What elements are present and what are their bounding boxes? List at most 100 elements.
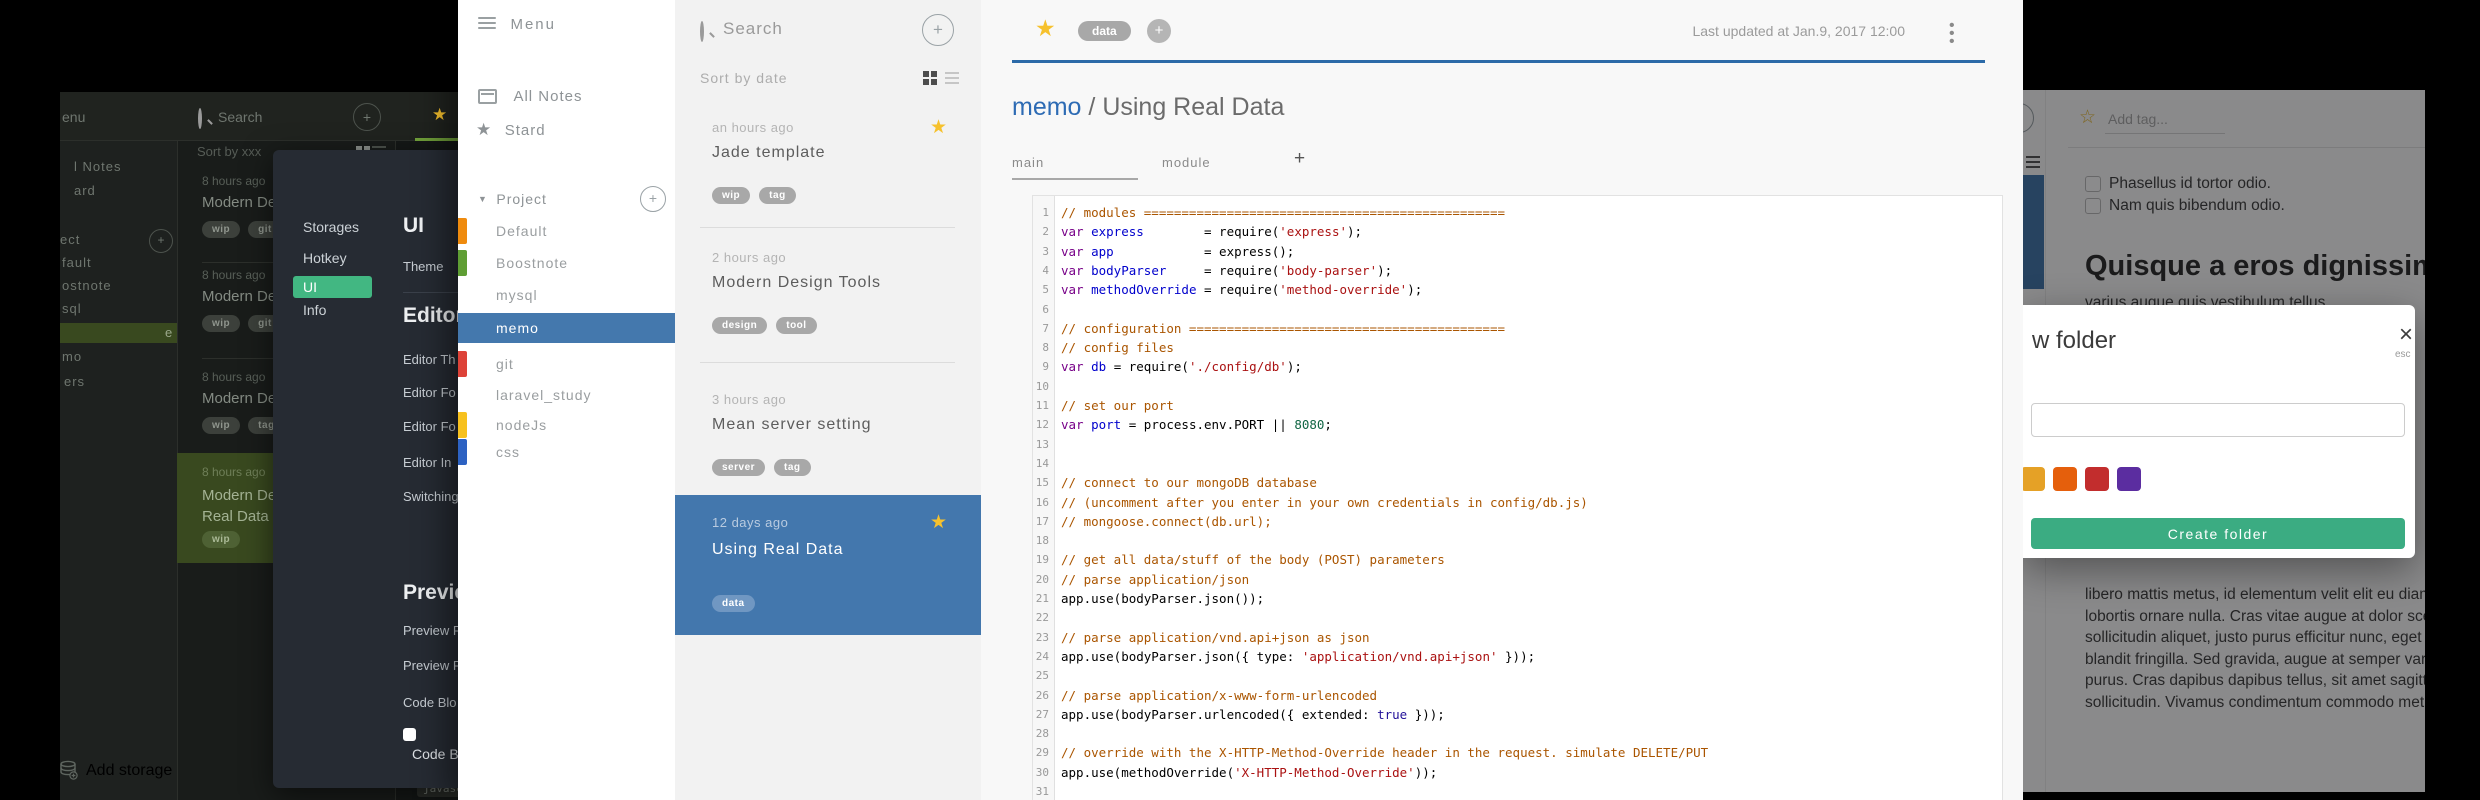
sidebar-folder-item[interactable]: nodeJs <box>458 410 675 440</box>
sidebar-folder-item[interactable]: laravel_study <box>458 380 675 410</box>
line-number: 24 <box>1035 649 1049 663</box>
tab-module[interactable]: module <box>1162 155 1211 170</box>
note-title: Modern Des <box>202 487 284 504</box>
dark-active-tab-underline <box>415 138 458 141</box>
add-folder-button[interactable]: + <box>640 186 666 212</box>
star-icon[interactable]: ★ <box>930 116 947 139</box>
tag-pill[interactable]: design <box>712 317 768 334</box>
note-list-item[interactable]: 2 hours ago Modern Design Tools design tool <box>675 227 981 362</box>
line-number: 20 <box>1035 572 1049 586</box>
note-title: Modern Design Tools <box>712 274 882 291</box>
dark-sidebar-item-fragment[interactable]: sql <box>62 301 82 316</box>
code-line: 28 <box>1033 724 2002 743</box>
more-options-icon[interactable]: • • • <box>1949 18 1955 50</box>
menu-label: Menu <box>510 16 556 34</box>
folder-color-swatch[interactable] <box>2023 467 2045 491</box>
dark-sidebar-item-fragment[interactable]: l Notes <box>74 159 121 174</box>
tag-pill[interactable]: tool <box>776 317 817 334</box>
new-note-button[interactable]: + <box>922 14 954 46</box>
dark-sidebar-item-fragment[interactable]: ostnote <box>62 278 112 293</box>
folder-color-swatch[interactable] <box>2085 467 2109 491</box>
new-note-button[interactable]: + <box>353 103 381 131</box>
note-list-item[interactable]: 3 hours ago Mean server setting server tag <box>675 362 981 495</box>
sidebar-item-all-notes[interactable]: All Notes <box>478 88 582 106</box>
search-icon <box>198 108 202 129</box>
search-input[interactable]: Search <box>723 19 783 39</box>
dark-sidebar-item-fragment[interactable]: mo <box>62 349 82 364</box>
editor-panel: ★ data + Last updated at Jan.9, 2017 12:… <box>981 0 2023 800</box>
dialog-title: w folder <box>2032 327 2117 354</box>
sidebar-folder-item[interactable]: mysql <box>458 280 675 310</box>
settings-section-heading: UI <box>403 214 424 237</box>
starred-label: Stard <box>504 121 546 139</box>
sidebar-folder-item[interactable]: git <box>458 349 675 379</box>
dark-sidebar-item-fragment[interactable]: ers <box>64 374 85 389</box>
project-label: Project <box>496 190 547 207</box>
checkbox[interactable] <box>403 728 416 741</box>
folder-color-swatch[interactable] <box>2053 467 2077 491</box>
tag-pill[interactable]: wip <box>712 187 751 204</box>
note-time: 8 hours ago <box>202 268 266 282</box>
dark-sidebar-item-fragment[interactable]: ard <box>74 183 96 198</box>
tag-pill[interactable]: tag <box>774 459 811 476</box>
settings-checkbox-row[interactable]: Code B <box>403 728 458 762</box>
star-icon: ★ <box>476 120 492 139</box>
add-tag-button[interactable]: + <box>1147 19 1171 43</box>
line-number: 18 <box>1035 534 1049 548</box>
tag-pill[interactable]: data <box>712 595 755 612</box>
note-tag[interactable]: data <box>1078 21 1131 41</box>
grid-view-icon[interactable] <box>923 71 937 85</box>
sort-select[interactable]: Sort by xxx <box>197 144 261 159</box>
close-icon[interactable]: × <box>2399 323 2413 347</box>
dark-folder-fragment: e <box>165 325 173 340</box>
code-line: 30 app.use(methodOverride('X-HTTP-Method-… <box>1033 763 2002 782</box>
sidebar-item-starred[interactable]: ★ Stard <box>476 120 546 140</box>
dark-sidebar-item-fragment[interactable]: ect <box>60 232 80 247</box>
tag-pill[interactable]: server <box>712 459 766 476</box>
star-icon[interactable]: ★ <box>930 511 947 534</box>
settings-nav-item[interactable]: Info <box>303 302 326 318</box>
settings-nav-item[interactable]: Storages <box>303 219 359 235</box>
folder-name: memo <box>496 320 539 336</box>
code-line: 17// mongoose.connect(db.url); <box>1033 512 2002 531</box>
search-input[interactable]: Search <box>218 109 262 125</box>
star-toggle-icon[interactable]: ★ <box>1035 15 1056 42</box>
project-group-header[interactable]: ▼ Project <box>478 190 547 208</box>
menu-label-fragment[interactable]: enu <box>62 109 85 125</box>
folder-name: Boostnote <box>496 255 569 271</box>
breadcrumb-title[interactable]: Using Real Data <box>1102 93 1284 121</box>
sidebar-folder-item[interactable]: Boostnote <box>458 248 675 278</box>
settings-nav-item[interactable]: Hotkey <box>303 250 347 266</box>
note-time: 2 hours ago <box>712 250 787 265</box>
code-editor[interactable]: 1// modules ============================… <box>1032 195 2003 800</box>
folder-color-swatch[interactable] <box>2117 467 2141 491</box>
settings-nav-item-active[interactable]: UI <box>293 276 372 298</box>
checkbox-label: Code B <box>412 746 458 762</box>
create-folder-button[interactable]: Create folder <box>2031 518 2405 549</box>
tab-main[interactable]: main <box>1012 155 1044 170</box>
add-folder-button[interactable]: + <box>149 229 173 253</box>
sidebar-folder-item[interactable]: memo <box>458 313 675 343</box>
code-line: 3 var app = express(); <box>1033 242 2002 261</box>
dark-selected-folder[interactable]: e <box>60 323 177 343</box>
note-list-item[interactable]: an hours ago Jade template wip tag ★ <box>675 100 981 227</box>
dark-sidebar-item-fragment[interactable]: fault <box>62 255 92 270</box>
note-tags: data <box>712 593 764 612</box>
sidebar-folder-item[interactable]: Default <box>458 216 675 246</box>
screenshot-stage: enu Search + ★ l Notes ard ect fault ostnote… <box>0 0 2480 800</box>
folder-name: mysql <box>496 287 538 303</box>
breadcrumb-folder[interactable]: memo <box>1012 93 1081 121</box>
folder-name: git <box>496 356 514 372</box>
add-tab-button[interactable]: + <box>1294 148 1305 170</box>
note-list-item[interactable]: 12 days ago Using Real Data data ★ <box>675 495 981 635</box>
tag-pill[interactable]: tag <box>759 187 796 204</box>
menu-toggle[interactable]: Menu <box>478 16 556 34</box>
star-icon[interactable]: ★ <box>432 105 447 125</box>
sort-select[interactable]: Sort by date <box>700 70 788 86</box>
list-view-icon[interactable] <box>945 72 959 87</box>
sidebar-folder-item[interactable]: css <box>458 437 675 467</box>
folder-name-input[interactable] <box>2031 403 2405 437</box>
dark-topbar: enu Search + ★ <box>60 92 458 141</box>
active-tab-underline <box>1012 178 1138 180</box>
last-updated-label: Last updated at Jan.9, 2017 12:00 <box>1692 23 1905 39</box>
